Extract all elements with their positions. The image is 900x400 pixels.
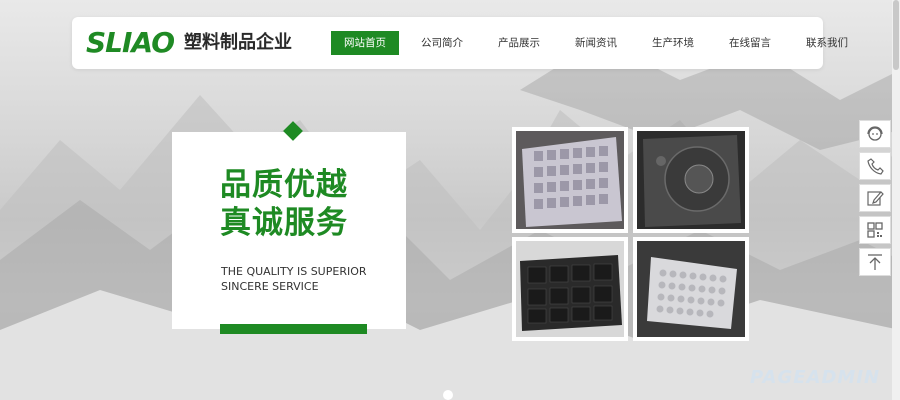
slider-dot[interactable] [443,390,453,400]
back-to-top-icon [868,254,882,270]
hero-sub-1: THE QUALITY IS SUPERIOR [221,265,367,278]
site-logo[interactable]: SLIAO 塑料制品企业 [86,25,292,61]
hero-subline: THE QUALITY IS SUPERIOR SINCERE SERVICE [221,264,367,294]
nav-home[interactable]: 网站首页 [331,31,399,55]
main-nav: 网站首页 公司简介 产品展示 新闻资讯 生产环境 在线留言 联系我们 [331,31,870,55]
hero-sub-2: SINCERE SERVICE [221,280,319,293]
hero-headline: 品质优越 真诚服务 [220,166,348,242]
product-image-grid-tray[interactable] [512,127,628,233]
nav-products[interactable]: 产品展示 [485,31,553,55]
nav-contact[interactable]: 联系我们 [793,31,861,55]
phone-icon [867,158,884,175]
qrcode-button[interactable] [859,216,891,244]
phone-button[interactable] [859,152,891,180]
hero-headline-1: 品质优越 [220,167,348,203]
qrcode-icon [867,222,883,238]
site-header: SLIAO 塑料制品企业 网站首页 公司简介 产品展示 新闻资讯 生产环境 在线… [72,17,848,69]
hero-accent-bar [220,324,367,334]
back-to-top-button[interactable] [859,248,891,276]
customer-service-button[interactable] [859,120,891,148]
customer-service-icon [867,126,883,141]
product-image-round-plate[interactable] [633,127,749,233]
product-image-black-tray[interactable] [512,237,628,341]
page-scrollbar[interactable] [892,0,900,400]
nav-environment[interactable]: 生产环境 [639,31,707,55]
nav-message[interactable]: 在线留言 [716,31,784,55]
edit-icon [867,191,884,206]
logo-mark: SLIAO [86,26,175,59]
hero-headline-2: 真诚服务 [220,205,348,241]
logo-text: 塑料制品企业 [184,32,293,53]
nav-about[interactable]: 公司简介 [408,31,476,55]
message-button[interactable] [859,184,891,212]
product-image-white-tray[interactable] [633,237,749,341]
scrollbar-thumb[interactable] [893,0,899,70]
nav-news[interactable]: 新闻资讯 [562,31,630,55]
watermark: PAGEADMIN [750,367,881,388]
